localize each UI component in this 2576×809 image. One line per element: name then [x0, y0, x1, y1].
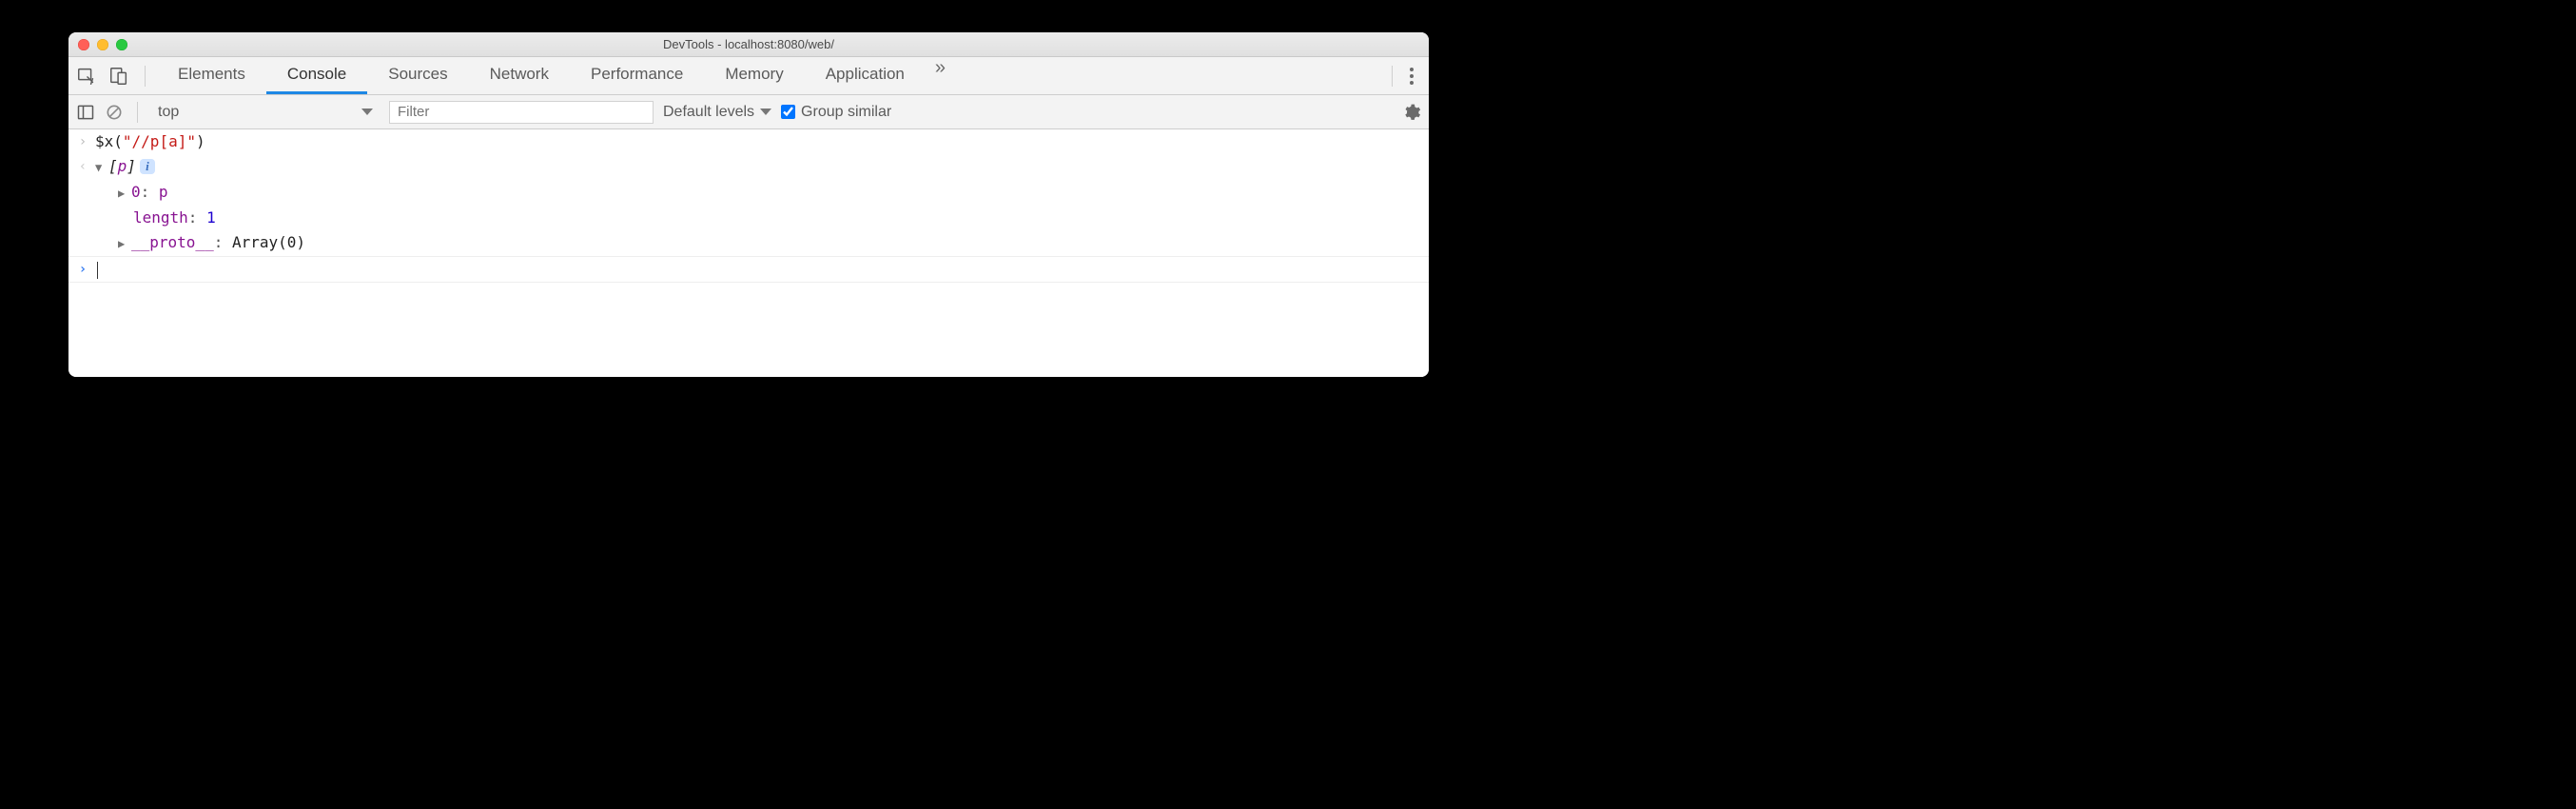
log-levels-label: Default levels [663, 104, 754, 121]
output-marker-icon: ‹ [74, 156, 91, 177]
main-toolbar: Elements Console Sources Network Perform… [68, 57, 1429, 95]
console-input-echo-row: › $x("//p[a]") [68, 129, 1429, 154]
array-length[interactable]: length: 1 [91, 207, 1419, 228]
prompt-marker-icon: › [74, 259, 91, 280]
array-item-row: ▶0: p [68, 180, 1429, 206]
tab-performance[interactable]: Performance [570, 57, 704, 94]
devtools-window: DevTools - localhost:8080/web/ Elements … [68, 32, 1429, 377]
device-toolbar-icon[interactable] [108, 66, 129, 87]
proto-key: __proto__ [131, 233, 214, 251]
filterbar-divider [137, 102, 138, 123]
array-length-row: length: 1 [68, 206, 1429, 230]
console-output-row: ‹ ▼[p]i [68, 154, 1429, 180]
disclosure-triangle-icon[interactable]: ▶ [118, 233, 129, 254]
tab-elements[interactable]: Elements [157, 57, 266, 94]
array-item[interactable]: ▶0: p [91, 182, 1419, 204]
inspect-element-icon[interactable] [76, 66, 97, 87]
console-output[interactable]: › $x("//p[a]") ‹ ▼[p]i ▶0: p length: 1 ▶… [68, 129, 1429, 377]
console-settings-icon[interactable] [1402, 103, 1421, 122]
console-sidebar-toggle-icon[interactable] [76, 103, 95, 122]
console-prompt-row[interactable]: › [68, 256, 1429, 283]
dropdown-icon [361, 109, 373, 115]
expr-function: $x [95, 132, 113, 150]
window-title: DevTools - localhost:8080/web/ [68, 37, 1429, 51]
toolbar-divider [1392, 66, 1393, 87]
tab-console[interactable]: Console [266, 57, 367, 94]
window-minimize-button[interactable] [97, 39, 108, 50]
tab-sources[interactable]: Sources [367, 57, 468, 94]
log-levels-select[interactable]: Default levels [663, 104, 771, 121]
tab-application[interactable]: Application [805, 57, 926, 94]
tab-memory[interactable]: Memory [704, 57, 804, 94]
array-item-key: 0 [131, 183, 141, 201]
expr-argument: "//p[a]" [123, 132, 196, 150]
window-close-button[interactable] [78, 39, 89, 50]
more-tabs-icon[interactable]: » [926, 57, 955, 94]
console-prompt-input[interactable] [91, 259, 1419, 280]
customize-devtools-icon[interactable] [1402, 62, 1421, 90]
toolbar-divider [145, 66, 146, 87]
window-traffic-lights [68, 39, 127, 50]
tab-network[interactable]: Network [469, 57, 570, 94]
execution-context-value: top [158, 104, 179, 121]
length-key: length [133, 208, 188, 227]
dropdown-icon [760, 109, 771, 115]
console-filterbar: top Default levels Group similar [68, 95, 1429, 129]
console-input-expression[interactable]: $x("//p[a]") [91, 131, 1419, 152]
text-cursor [97, 262, 98, 279]
array-item-value: p [159, 183, 168, 201]
group-similar-checkbox[interactable]: Group similar [781, 104, 891, 121]
proto-value: Array(0) [232, 233, 305, 251]
disclosure-triangle-icon[interactable]: ▼ [95, 157, 107, 178]
disclosure-triangle-icon[interactable]: ▶ [118, 183, 129, 204]
execution-context-select[interactable]: top [151, 101, 380, 124]
group-similar-label: Group similar [801, 104, 891, 121]
input-marker-icon: › [74, 131, 91, 152]
panel-tabs: Elements Console Sources Network Perform… [157, 57, 955, 94]
array-proto[interactable]: ▶__proto__: Array(0) [91, 232, 1419, 254]
console-filter-input[interactable] [389, 101, 654, 124]
group-similar-input[interactable] [781, 105, 795, 119]
window-titlebar: DevTools - localhost:8080/web/ [68, 32, 1429, 57]
array-preview-tag: p [118, 157, 127, 175]
console-output-preview[interactable]: ▼[p]i [91, 156, 1419, 178]
info-badge-icon[interactable]: i [140, 159, 155, 174]
clear-console-icon[interactable] [105, 103, 124, 122]
window-zoom-button[interactable] [116, 39, 127, 50]
array-proto-row: ▶__proto__: Array(0) [68, 230, 1429, 256]
length-value: 1 [206, 208, 216, 227]
